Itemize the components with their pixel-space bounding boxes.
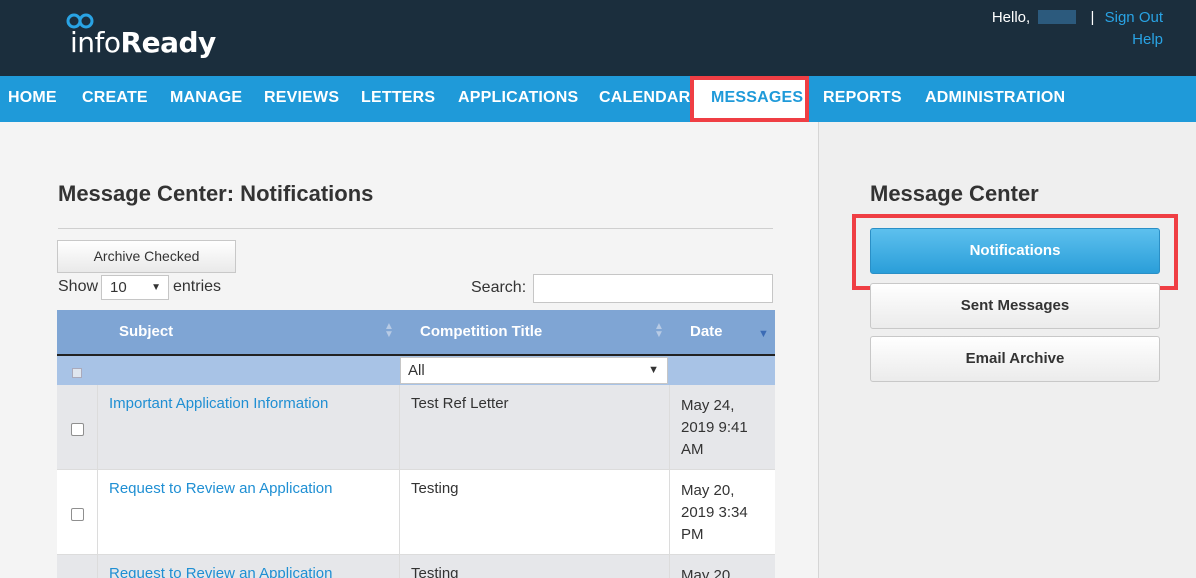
main-nav: HOME CREATE MANAGE REVIEWS LETTERS APPLI… [0,76,1196,122]
email-archive-button[interactable]: Email Archive [870,336,1160,382]
column-header-date[interactable]: Date [690,310,723,354]
sidebar-title: Message Center [870,181,1039,206]
nav-reviews[interactable]: REVIEWS [264,76,339,122]
checkbox-cell [57,385,98,470]
nav-home[interactable]: HOME [8,76,57,122]
message-date: May 20, [681,567,735,578]
subject-cell: Important Application Information [98,385,400,470]
date-cell: May 20, [670,555,775,578]
nav-letters[interactable]: LETTERS [361,76,435,122]
column-header-competition-title[interactable]: Competition Title [420,310,542,354]
infoready-logo[interactable]: infoReady [70,26,216,59]
masked-username [1038,10,1077,24]
sent-messages-button[interactable]: Sent Messages [870,283,1160,329]
greeting-text: Hello, [991,9,1031,26]
checkbox-cell [57,555,98,578]
competition-title: Testing [411,565,459,578]
sort-desc-icon: ▼ [758,328,769,340]
nav-messages[interactable]: MESSAGES [690,76,809,122]
separator: | [1090,9,1095,26]
competition-title: Testing [411,480,459,497]
entries-label: entries [173,278,222,295]
help-link[interactable]: Help [1132,31,1163,48]
top-header: infoReady Hello, | Sign Out Help [0,0,1196,76]
sign-out-link[interactable]: Sign Out [1105,9,1163,26]
checkbox-cell [57,470,98,555]
row-checkbox[interactable] [71,423,84,436]
date-cell: May 24, 2019 9:41 AM [670,385,775,470]
archive-checked-button[interactable]: Archive Checked [57,240,236,273]
message-date: May 24, 2019 9:41 AM [681,397,748,458]
search-input[interactable] [533,274,773,303]
nav-applications[interactable]: APPLICATIONS [458,76,578,122]
column-header-subject[interactable]: Subject [119,310,173,354]
table-row: Request to Review an Application Testing… [57,555,775,578]
entries-value: 10 [110,279,127,296]
subject-link[interactable]: Request to Review an Application [109,565,332,578]
dropdown-arrow-icon: ▼ [648,364,659,376]
row-checkbox[interactable] [71,508,84,521]
subject-link[interactable]: Important Application Information [109,395,328,412]
nav-reports[interactable]: REPORTS [823,76,902,122]
subject-link[interactable]: Request to Review an Application [109,480,332,497]
notifications-button[interactable]: Notifications [870,228,1160,274]
show-label: Show [58,278,99,295]
logo-suffix: Ready [120,26,217,59]
table-filter-row: All ▼ [57,354,775,385]
table-header: Subject ▲ ▼ Competition Title ▲ ▼ Date ▼ [57,310,775,354]
competition-cell: Testing [400,470,670,555]
subject-cell: Request to Review an Application [98,555,400,578]
date-cell: May 20, 2019 3:34 PM [670,470,775,555]
sort-both-icon: ▲ ▼ [654,321,664,340]
dropdown-arrow-icon: ▼ [151,282,161,293]
nav-calendar[interactable]: CALENDAR [599,76,690,122]
filter-value: All [408,362,425,379]
competition-cell: Test Ref Letter [400,385,670,470]
nav-manage[interactable]: MANAGE [170,76,242,122]
message-date: May 20, 2019 3:34 PM [681,482,748,543]
search-label: Search: [471,279,527,296]
page-title: Message Center: Notifications [58,181,374,206]
competition-title: Test Ref Letter [411,395,509,412]
logo-prefix: info [70,26,121,59]
sort-both-icon: ▲ ▼ [384,321,394,340]
select-all-checkbox[interactable] [72,368,82,378]
entries-per-page-select[interactable]: 10 ▼ [101,275,169,300]
nav-administration[interactable]: ADMINISTRATION [925,76,1065,122]
table-row: Request to Review an Application Testing… [57,470,775,555]
nav-create[interactable]: CREATE [82,76,148,122]
user-menu: Hello, | Sign Out Help [992,7,1163,51]
competition-filter-select[interactable]: All ▼ [400,357,668,384]
title-divider [58,228,773,229]
competition-cell: Testing [400,555,670,578]
table-row: Important Application Information Test R… [57,385,775,470]
subject-cell: Request to Review an Application [98,470,400,555]
